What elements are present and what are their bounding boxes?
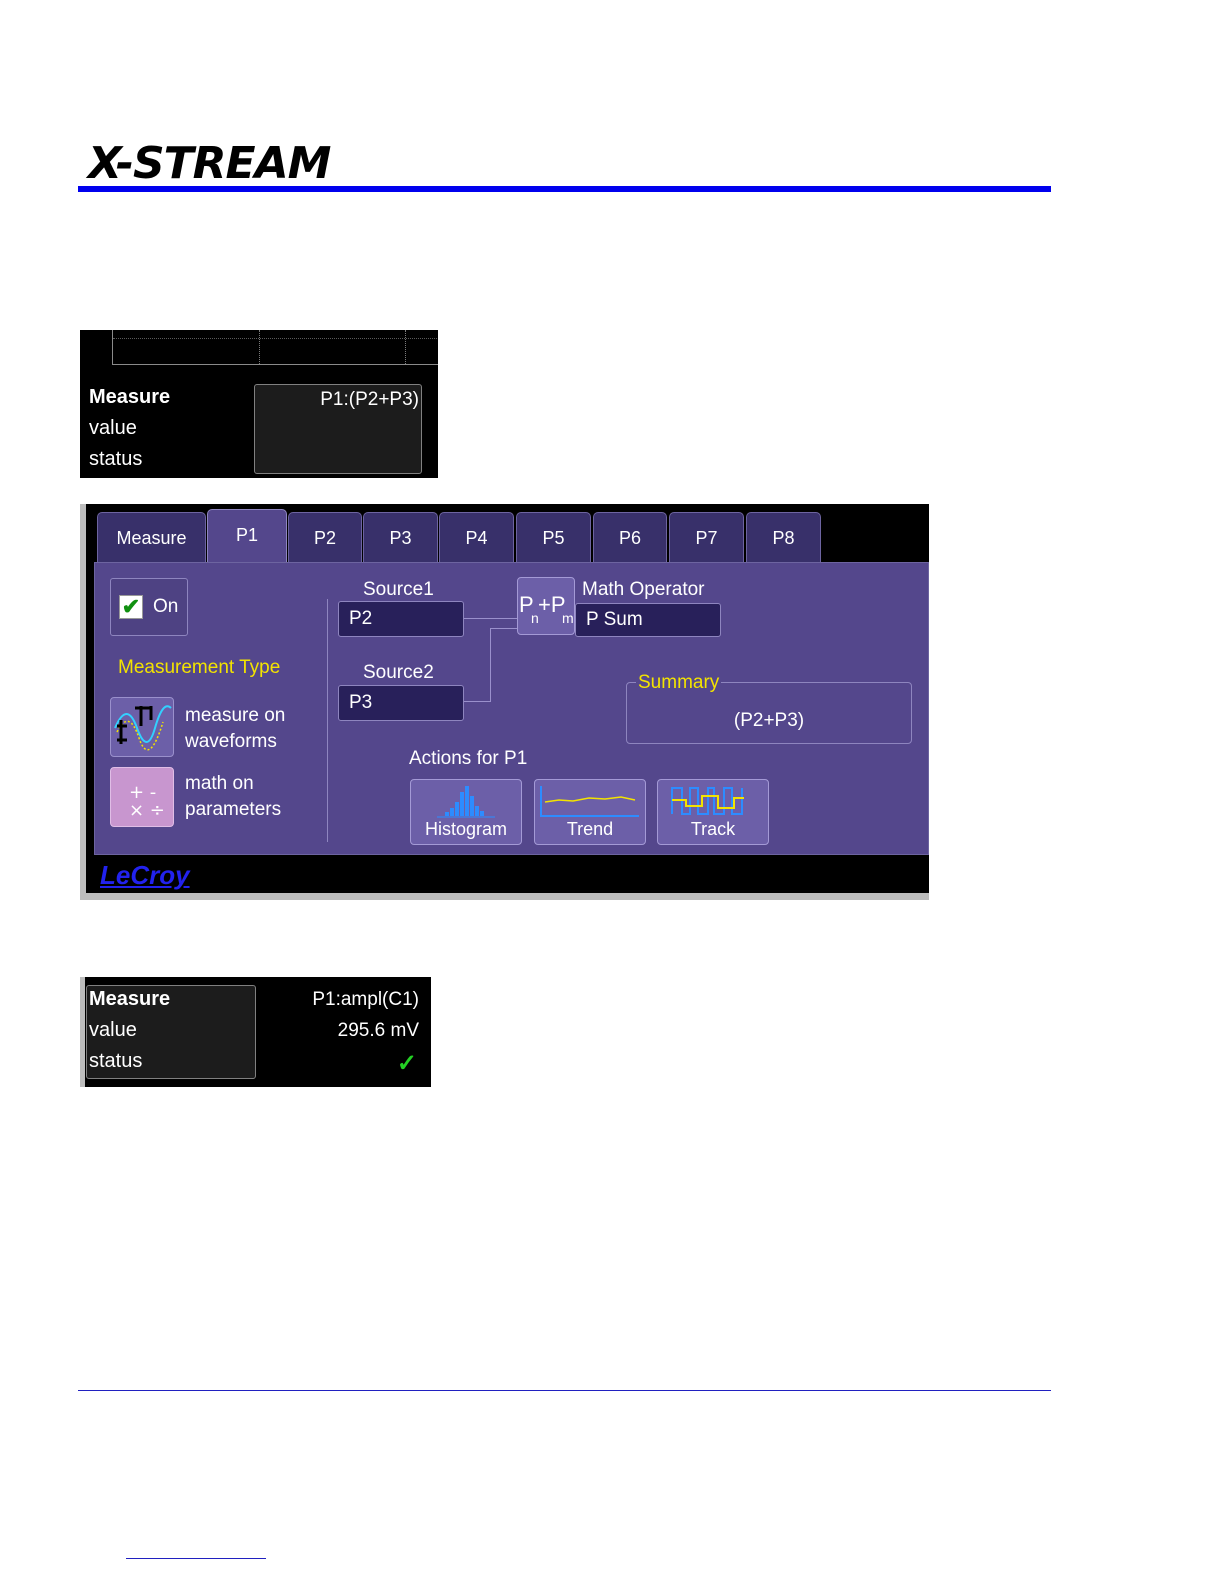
operator-icon-sub-m: m: [562, 610, 574, 626]
waveform-grid: [112, 330, 438, 365]
summary-value: (P2+P3): [733, 710, 805, 731]
connector-line: [464, 701, 490, 702]
trend-icon: [540, 786, 639, 817]
tab-measure[interactable]: Measure: [97, 512, 206, 562]
histogram-button[interactable]: Histogram: [410, 779, 522, 845]
source2-label: Source2: [363, 662, 434, 683]
measure-table-top: Measure value status P1:(P2+P3): [80, 330, 438, 478]
source1-field[interactable]: P2: [338, 601, 464, 637]
track-icon: [671, 787, 744, 815]
tab-p4[interactable]: P4: [439, 512, 514, 562]
tab-p5[interactable]: P5: [516, 512, 591, 562]
source2-field[interactable]: P3: [338, 685, 464, 721]
measure-on-waveforms-button[interactable]: [110, 697, 174, 757]
lecroy-brand-link[interactable]: LeCroy: [100, 860, 190, 891]
actions-title: Actions for P1: [409, 748, 528, 769]
p1-value: 295.6 mV: [337, 1020, 419, 1041]
type-params-line1: math on: [185, 773, 254, 794]
row-label-value: value: [89, 417, 137, 439]
trend-button[interactable]: Trend: [534, 779, 646, 845]
waveform-measure-icon: [114, 705, 172, 751]
svg-text:× ÷: × ÷: [129, 800, 165, 821]
header-rule: [78, 186, 1051, 192]
math-operator-field[interactable]: P Sum: [575, 603, 721, 637]
xstream-logo: X-STREAM: [88, 140, 408, 188]
tab-p1[interactable]: P1: [207, 509, 287, 564]
row-label-status: status: [89, 448, 143, 470]
p1-measure-cell[interactable]: P1:(P2+P3): [254, 384, 422, 474]
tab-p8[interactable]: P8: [746, 512, 821, 562]
tab-p2[interactable]: P2: [288, 512, 362, 562]
source1-label: Source1: [363, 579, 434, 600]
math-operators-icon: + - × ÷: [129, 782, 165, 821]
histogram-label: Histogram: [424, 819, 508, 839]
footer-rule: [78, 1390, 1051, 1391]
summary-title: Summary: [636, 672, 722, 694]
on-toggle[interactable]: ✔ On: [110, 578, 188, 636]
footer-link-underline: [126, 1558, 266, 1559]
row-label-measure: Measure: [89, 988, 171, 1010]
connector-line: [490, 628, 518, 629]
trend-label: Trend: [566, 819, 614, 839]
checkbox-checked-icon[interactable]: ✔: [119, 595, 143, 619]
type-params-line2: parameters: [185, 799, 282, 820]
vertical-divider: [327, 599, 328, 842]
row-label-value: value: [89, 1019, 137, 1041]
math-operator-label: Math Operator: [582, 579, 705, 600]
connector-line: [464, 618, 518, 619]
measure-table-bottom: Measure value status P1:ampl(C1) 295.6 m…: [80, 977, 431, 1087]
tab-p3[interactable]: P3: [363, 512, 438, 562]
track-button[interactable]: Track: [657, 779, 769, 845]
on-label: On: [153, 596, 179, 617]
operator-pnpm-button[interactable]: P n +P m: [517, 577, 575, 635]
tab-p7[interactable]: P7: [669, 512, 744, 562]
measure-setup-dialog: Measure P1 P2 P3 P4 P5 P6 P7 P8 ✔ On Mea…: [80, 504, 929, 900]
track-label: Track: [690, 819, 736, 839]
histogram-icon: [437, 786, 495, 818]
row-label-measure: Measure: [89, 386, 171, 408]
type-waveforms-line1: measure on: [185, 705, 286, 726]
measurement-type-title: Measurement Type: [118, 657, 281, 678]
row-label-status: status: [89, 1050, 143, 1072]
p1-header[interactable]: P1:ampl(C1): [312, 989, 419, 1011]
tab-p6[interactable]: P6: [593, 512, 667, 562]
check-icon: ✓: [396, 1050, 417, 1077]
math-on-parameters-button[interactable]: + - × ÷: [110, 767, 174, 827]
p1-header: P1:(P2+P3): [320, 389, 419, 410]
type-waveforms-line2: waveforms: [185, 731, 277, 752]
logo-text: X-STREAM: [88, 138, 331, 189]
connector-line: [490, 628, 491, 702]
